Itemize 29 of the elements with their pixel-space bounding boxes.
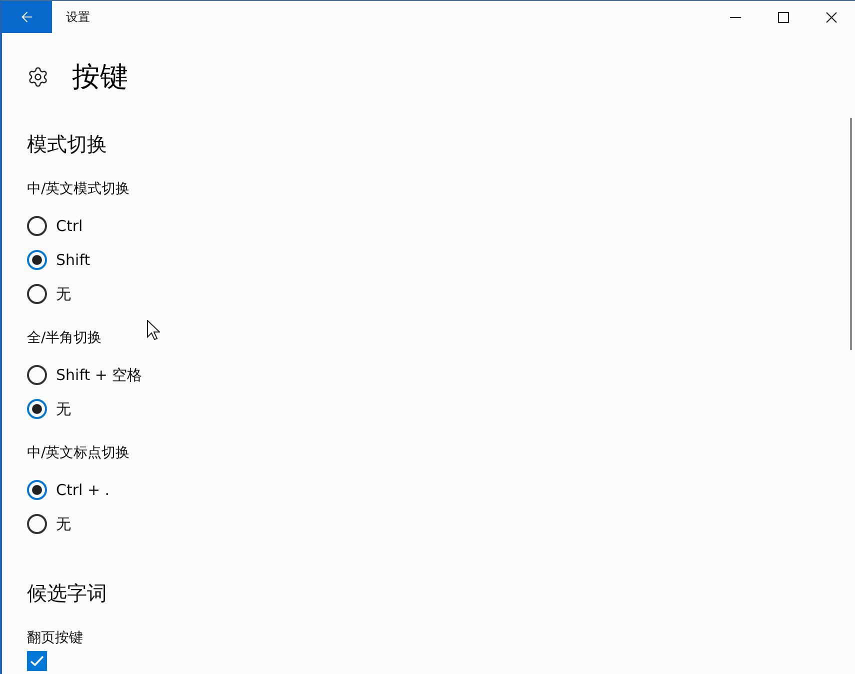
group-label: 翻页按键: [27, 629, 83, 648]
group-label: 全/半角切换: [27, 329, 102, 348]
radio-icon[interactable]: [27, 250, 47, 270]
settings-icon: [27, 66, 49, 88]
radio-option[interactable]: Ctrl: [27, 209, 83, 243]
radio-option[interactable]: 无: [27, 277, 71, 311]
radio-icon[interactable]: [27, 284, 47, 304]
minimize-icon: [730, 16, 740, 18]
window-title: 设置: [66, 9, 90, 25]
radio-option[interactable]: Ctrl + .: [27, 473, 110, 507]
radio-icon[interactable]: [27, 365, 47, 385]
page-title: 按键: [72, 59, 128, 95]
radio-icon[interactable]: [27, 216, 47, 236]
group-label: 中/英文标点切换: [27, 444, 130, 463]
checkbox[interactable]: [27, 651, 47, 671]
radio-option[interactable]: 无: [27, 392, 71, 426]
radio-option[interactable]: 无: [27, 507, 71, 541]
scrollbar-thumb[interactable]: [850, 118, 852, 350]
radio-icon[interactable]: [27, 480, 47, 500]
radio-icon[interactable]: [27, 514, 47, 534]
close-icon: [826, 12, 836, 22]
radio-option[interactable]: Shift: [27, 243, 90, 277]
radio-icon[interactable]: [27, 399, 47, 419]
section-heading: 模式切换: [27, 131, 107, 158]
group-label: 中/英文模式切换: [27, 180, 130, 199]
section-heading: 候选字词: [27, 580, 107, 607]
maximize-icon: [778, 12, 788, 22]
pointer-cursor-icon: [147, 320, 160, 340]
radio-option[interactable]: Shift + 空格: [27, 358, 142, 392]
